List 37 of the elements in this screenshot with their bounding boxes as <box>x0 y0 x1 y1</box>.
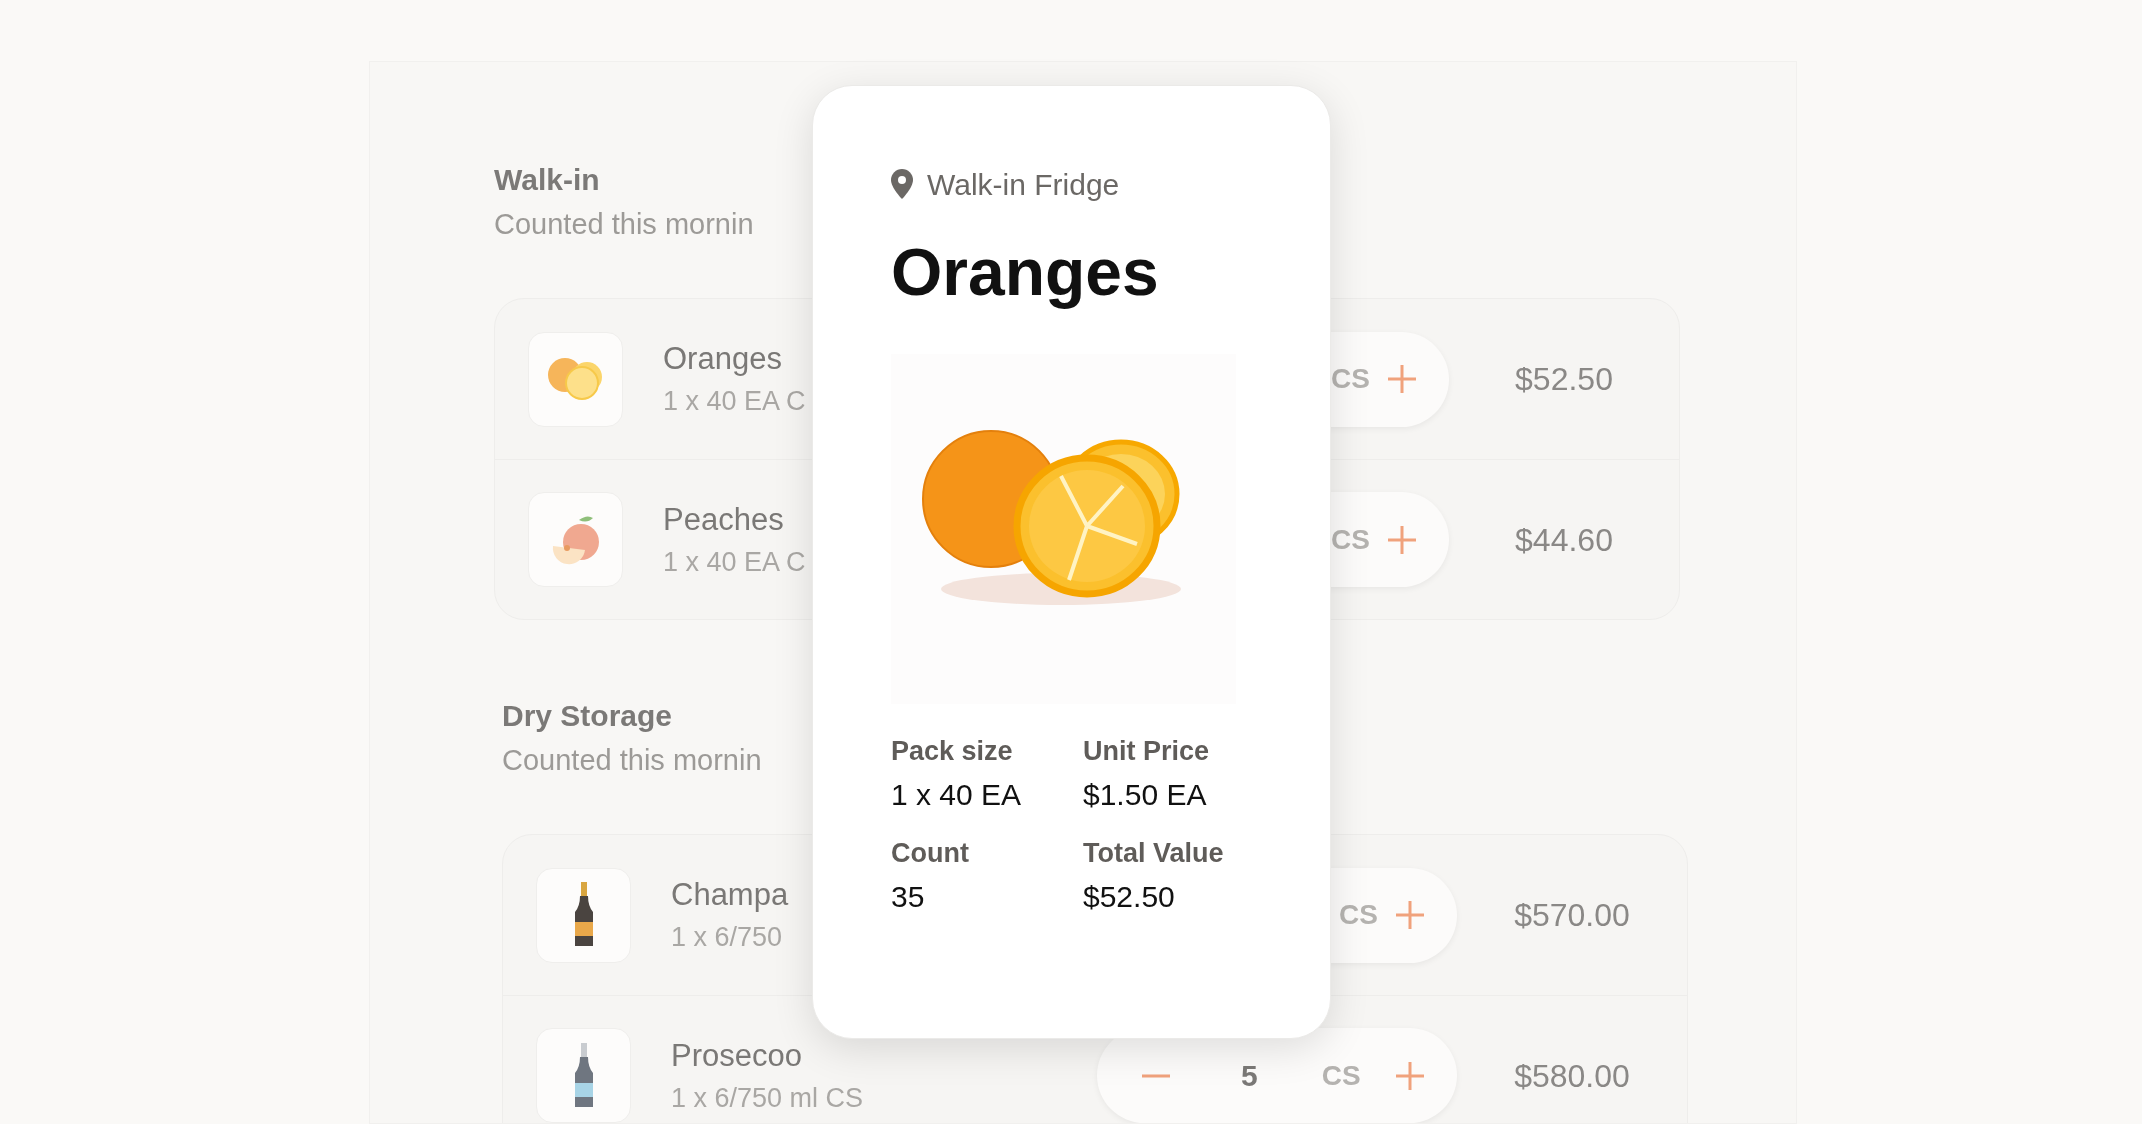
increase-button[interactable] <box>1387 524 1417 555</box>
section-subtitle: Counted this mornin <box>502 743 762 778</box>
detail-value: $52.50 <box>1083 879 1176 915</box>
detail-value: $1.50 EA <box>1083 777 1208 813</box>
increase-button[interactable] <box>1387 364 1417 394</box>
location-pin-icon <box>891 169 913 199</box>
unit-label: CS <box>1339 898 1378 932</box>
unit-label: CS <box>1331 522 1370 557</box>
section-title: Walk-in <box>494 162 600 198</box>
item-price: $44.60 <box>1514 520 1614 560</box>
detail-label: Unit Price <box>1083 735 1211 768</box>
product-title: Oranges <box>891 234 1160 311</box>
unit-label: CS <box>1321 1058 1361 1093</box>
minus-icon <box>1142 1073 1170 1078</box>
detail-label: Count <box>891 837 970 870</box>
unit-label: CS <box>1331 362 1370 396</box>
detail-label: Pack size <box>891 735 1014 768</box>
item-pack-size: 1 x 6/750 ml CS <box>671 1081 864 1115</box>
section-subtitle: Counted this mornin <box>494 207 754 242</box>
item-pack-size: 1 x 40 EA C <box>663 545 806 579</box>
item-pack-size: 1 x 6/750 <box>671 921 783 954</box>
item-price: $52.50 <box>1514 360 1614 399</box>
item-name: Oranges <box>663 340 782 378</box>
count-value: 5 <box>1241 1058 1258 1094</box>
item-price: $570.00 <box>1513 896 1631 935</box>
item-name: Prosecoo <box>671 1036 802 1075</box>
item-name: Champa <box>671 876 789 914</box>
detail-value: 35 <box>891 879 926 915</box>
increase-button[interactable] <box>1395 900 1425 930</box>
location-label: Walk-in Fridge <box>927 166 1120 203</box>
increase-button[interactable] <box>1395 1060 1425 1091</box>
detail-value: 1 x 40 EA <box>891 777 1023 813</box>
section-title: Dry Storage <box>502 698 673 734</box>
item-name: Peaches <box>663 500 784 539</box>
item-price: $580.00 <box>1513 1056 1631 1096</box>
item-pack-size: 1 x 40 EA C <box>663 385 806 418</box>
detail-label: Total Value <box>1083 837 1225 870</box>
